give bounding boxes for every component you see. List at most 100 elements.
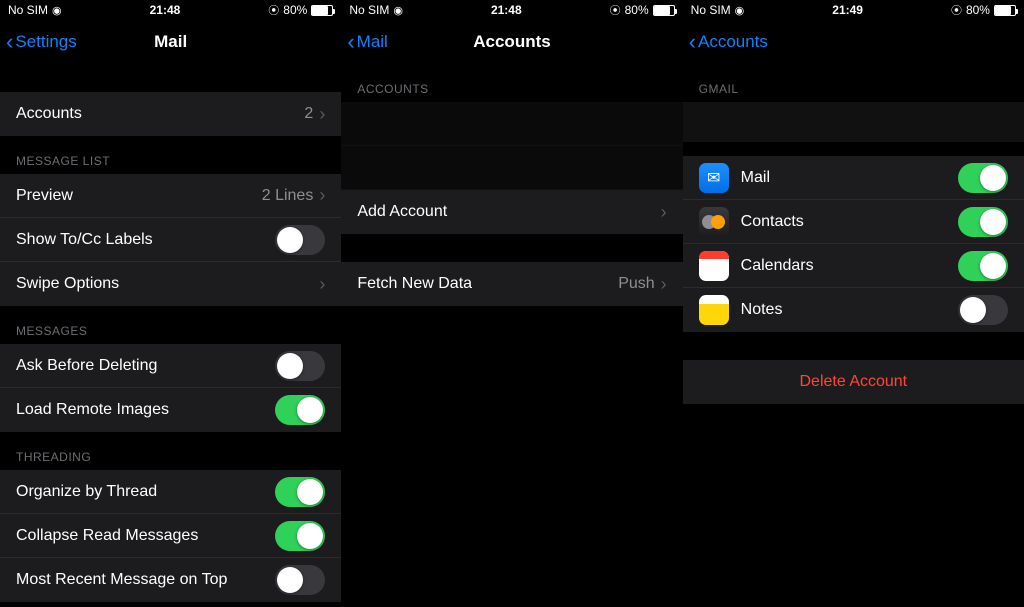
chevron-left-icon: ‹: [347, 31, 354, 53]
toggle-notes[interactable]: [958, 295, 1008, 325]
alarm-icon: ⦿: [951, 2, 962, 18]
toggle-calendars[interactable]: [958, 251, 1008, 281]
row-label: Show To/Cc Labels: [16, 231, 275, 249]
carrier-label: No SIM: [349, 3, 389, 17]
page-title: Mail: [154, 32, 187, 52]
chevron-right-icon: ›: [661, 274, 667, 295]
battery-percent: 80%: [283, 3, 307, 17]
row-preview[interactable]: Preview 2 Lines ›: [0, 174, 341, 218]
carrier-label: No SIM: [8, 3, 48, 17]
alarm-icon: ⦿: [610, 2, 621, 18]
chevron-right-icon: ›: [319, 185, 325, 206]
mail-icon: ✉: [699, 163, 729, 193]
status-bar: No SIM ◉ 21:48 ⦿ 80%: [341, 0, 682, 20]
section-header-gmail: GMAIL: [683, 64, 1024, 102]
toggle-organize-thread[interactable]: [275, 477, 325, 507]
row-calendars-service[interactable]: Calendars: [683, 244, 1024, 288]
calendar-icon: [699, 251, 729, 281]
back-button[interactable]: ‹ Accounts: [689, 31, 768, 53]
wifi-icon: ◉: [735, 4, 745, 17]
section-header-messages: MESSAGES: [0, 306, 341, 344]
row-add-account[interactable]: Add Account ›: [341, 190, 682, 234]
chevron-right-icon: ›: [661, 202, 667, 223]
nav-bar: ‹ Accounts: [683, 20, 1024, 64]
row-mail-service[interactable]: ✉ Mail: [683, 156, 1024, 200]
toggle-collapse-read[interactable]: [275, 521, 325, 551]
row-label: Organize by Thread: [16, 483, 275, 501]
row-show-tocc[interactable]: Show To/Cc Labels: [0, 218, 341, 262]
row-label: Contacts: [741, 213, 958, 231]
row-label: Add Account: [357, 203, 660, 221]
notes-icon: [699, 295, 729, 325]
row-value: Push: [618, 275, 654, 293]
row-label: Calendars: [741, 257, 958, 275]
back-label: Accounts: [698, 32, 768, 52]
row-swipe-options[interactable]: Swipe Options ›: [0, 262, 341, 306]
chevron-left-icon: ‹: [689, 31, 696, 53]
row-organize-thread[interactable]: Organize by Thread: [0, 470, 341, 514]
row-fetch-new-data[interactable]: Fetch New Data Push ›: [341, 262, 682, 306]
row-label: Ask Before Deleting: [16, 357, 275, 375]
row-label: Load Remote Images: [16, 401, 275, 419]
screen-mail-settings: No SIM ◉ 21:48 ⦿ 80% ‹ Settings Mail Acc…: [0, 0, 341, 607]
chevron-left-icon: ‹: [6, 31, 13, 53]
battery-percent: 80%: [625, 3, 649, 17]
account-row-redacted[interactable]: [341, 102, 682, 146]
toggle-load-remote[interactable]: [275, 395, 325, 425]
contacts-icon: [699, 207, 729, 237]
row-load-remote-images[interactable]: Load Remote Images: [0, 388, 341, 432]
nav-bar: ‹ Settings Mail: [0, 20, 341, 64]
chevron-right-icon: ›: [319, 104, 325, 125]
clock: 21:48: [150, 3, 181, 17]
toggle-ask-delete[interactable]: [275, 351, 325, 381]
toggle-recent-top[interactable]: [275, 565, 325, 595]
delete-account-button[interactable]: Delete Account: [683, 360, 1024, 404]
clock: 21:48: [491, 3, 522, 17]
row-collapse-read[interactable]: Collapse Read Messages: [0, 514, 341, 558]
clock: 21:49: [832, 3, 863, 17]
chevron-right-icon: ›: [319, 274, 325, 295]
row-label: Mail: [741, 169, 958, 187]
screen-accounts: No SIM ◉ 21:48 ⦿ 80% ‹ Mail Accounts ACC…: [341, 0, 682, 607]
battery-icon: [311, 5, 333, 16]
status-bar: No SIM ◉ 21:49 ⦿ 80%: [683, 0, 1024, 20]
wifi-icon: ◉: [393, 4, 403, 17]
row-value: 2 Lines: [262, 187, 314, 205]
row-contacts-service[interactable]: Contacts: [683, 200, 1024, 244]
row-label: Accounts: [16, 105, 304, 123]
back-button[interactable]: ‹ Mail: [347, 31, 388, 53]
section-header-messagelist: MESSAGE LIST: [0, 136, 341, 174]
nav-bar: ‹ Mail Accounts: [341, 20, 682, 64]
back-button[interactable]: ‹ Settings: [6, 31, 77, 53]
row-label: Collapse Read Messages: [16, 527, 275, 545]
screen-account-detail: No SIM ◉ 21:49 ⦿ 80% ‹ Accounts GMAIL ✉ …: [683, 0, 1024, 607]
battery-icon: [994, 5, 1016, 16]
row-accounts[interactable]: Accounts 2 ›: [0, 92, 341, 136]
row-label: Notes: [741, 301, 958, 319]
alarm-icon: ⦿: [268, 2, 279, 18]
battery-icon: [653, 5, 675, 16]
account-email-redacted[interactable]: [683, 102, 1024, 142]
row-ask-before-deleting[interactable]: Ask Before Deleting: [0, 344, 341, 388]
back-label: Settings: [15, 32, 76, 52]
delete-account-label: Delete Account: [800, 373, 908, 391]
wifi-icon: ◉: [52, 4, 62, 17]
status-bar: No SIM ◉ 21:48 ⦿ 80%: [0, 0, 341, 20]
toggle-contacts[interactable]: [958, 207, 1008, 237]
row-label: Most Recent Message on Top: [16, 571, 275, 589]
page-title: Accounts: [473, 32, 550, 52]
account-row-redacted[interactable]: [341, 146, 682, 190]
row-label: Preview: [16, 187, 262, 205]
battery-percent: 80%: [966, 3, 990, 17]
row-value: 2: [304, 105, 313, 123]
row-notes-service[interactable]: Notes: [683, 288, 1024, 332]
row-label: Swipe Options: [16, 275, 319, 293]
section-header-threading: THREADING: [0, 432, 341, 470]
row-recent-top[interactable]: Most Recent Message on Top: [0, 558, 341, 602]
row-label: Fetch New Data: [357, 275, 618, 293]
toggle-mail[interactable]: [958, 163, 1008, 193]
back-label: Mail: [357, 32, 388, 52]
section-header-accounts: ACCOUNTS: [341, 64, 682, 102]
toggle-show-tocc[interactable]: [275, 225, 325, 255]
carrier-label: No SIM: [691, 3, 731, 17]
